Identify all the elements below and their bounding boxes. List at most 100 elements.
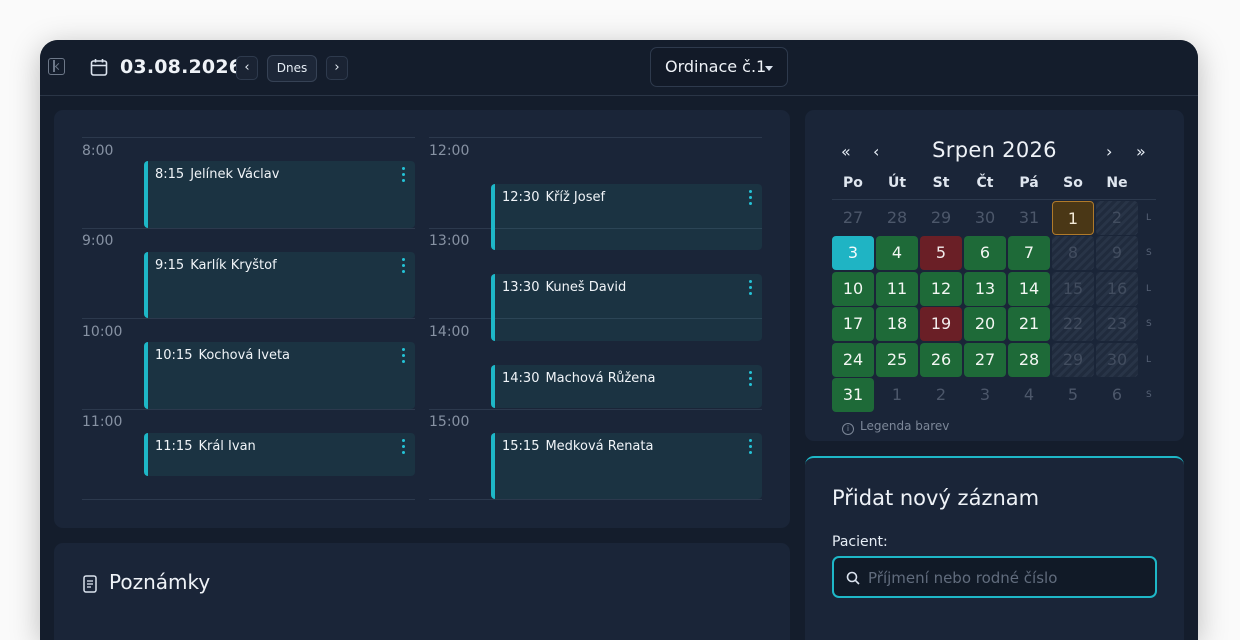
- next-day-button[interactable]: ›: [326, 56, 348, 80]
- calendar-day[interactable]: 1: [1052, 201, 1094, 235]
- calendar-day[interactable]: 22: [1052, 307, 1094, 341]
- calendar-day[interactable]: 31: [1008, 201, 1050, 235]
- calendar-day[interactable]: 6: [964, 236, 1006, 270]
- appointment-time: 11:15: [155, 439, 193, 454]
- calendar-day[interactable]: 18: [876, 307, 918, 341]
- more-options-icon[interactable]: [749, 280, 752, 296]
- calendar-day[interactable]: 3: [832, 236, 874, 270]
- week-parity-marker: S: [1146, 390, 1152, 400]
- patient-label: Pacient:: [832, 534, 888, 550]
- next-year-button[interactable]: »: [1136, 142, 1146, 161]
- calendar-day[interactable]: 15: [1052, 272, 1094, 306]
- calendar-day[interactable]: 28: [876, 201, 918, 235]
- appointment-label: 10:15 Kochová Iveta: [155, 348, 290, 363]
- appointment-card[interactable]: 11:15 Král Ivan: [144, 433, 415, 476]
- calendar-day[interactable]: 5: [1052, 378, 1094, 412]
- legend-label: Legenda barev: [860, 419, 950, 433]
- calendar-day[interactable]: 16: [1096, 272, 1138, 306]
- more-options-icon[interactable]: [402, 167, 405, 183]
- calendar-day[interactable]: 5: [920, 236, 962, 270]
- appointment-patient: Machová Růžena: [545, 371, 656, 386]
- calendar-day[interactable]: 8: [1052, 236, 1094, 270]
- calendar-day[interactable]: 11: [876, 272, 918, 306]
- calendar-day[interactable]: 29: [1052, 343, 1094, 377]
- today-button[interactable]: Dnes: [267, 55, 317, 82]
- chevron-down-icon: [765, 66, 773, 71]
- calendar-day[interactable]: 6: [1096, 378, 1138, 412]
- appointment-label: 8:15 Jelínek Václav: [155, 167, 279, 182]
- current-date[interactable]: 03.08.2026: [120, 56, 242, 78]
- notes-panel: Poznámky: [54, 543, 790, 640]
- calendar-day[interactable]: 10: [832, 272, 874, 306]
- calendar-day[interactable]: 1: [876, 378, 918, 412]
- color-legend-link[interactable]: i Legenda barev: [842, 419, 949, 435]
- calendar-day[interactable]: 7: [1008, 236, 1050, 270]
- prev-day-button[interactable]: ‹: [236, 56, 258, 80]
- calendar-day[interactable]: 30: [964, 201, 1006, 235]
- notes-title: Poznámky: [109, 570, 211, 594]
- office-select[interactable]: Ordinace č.1: [650, 47, 788, 87]
- calendar-day[interactable]: 20: [964, 307, 1006, 341]
- calendar-day[interactable]: 4: [1008, 378, 1050, 412]
- calendar-day[interactable]: 14: [1008, 272, 1050, 306]
- more-options-icon[interactable]: [402, 348, 405, 364]
- appointment-card[interactable]: 9:15 Karlík Kryštof: [144, 252, 415, 318]
- more-options-icon[interactable]: [749, 371, 752, 387]
- hour-label: 9:00: [82, 233, 114, 249]
- more-options-icon[interactable]: [402, 439, 405, 455]
- appointment-card[interactable]: 13:30 Kuneš David: [491, 274, 762, 341]
- appointment-patient: Kochová Iveta: [198, 348, 291, 363]
- patient-search-input[interactable]: Příjmení nebo rodné číslo: [832, 556, 1157, 598]
- appointment-time: 14:30: [502, 371, 540, 386]
- calendar-day[interactable]: 9: [1096, 236, 1138, 270]
- calendar-day[interactable]: 3: [964, 378, 1006, 412]
- hour-label: 11:00: [82, 414, 123, 430]
- appointment-card[interactable]: 15:15 Medková Renata: [491, 433, 762, 499]
- calendar-day[interactable]: 2: [1096, 201, 1138, 235]
- calendar-day[interactable]: 27: [964, 343, 1006, 377]
- calendar-day[interactable]: 4: [876, 236, 918, 270]
- calendar-day[interactable]: 25: [876, 343, 918, 377]
- appointment-card[interactable]: 12:30 Kříž Josef: [491, 184, 762, 250]
- calendar-day[interactable]: 12: [920, 272, 962, 306]
- more-options-icon[interactable]: [749, 439, 752, 455]
- week-parity-marker: S: [1146, 248, 1152, 258]
- calendar-day[interactable]: 28: [1008, 343, 1050, 377]
- hour-label: 8:00: [82, 143, 114, 159]
- calendar-day[interactable]: 21: [1008, 307, 1050, 341]
- search-icon: [846, 571, 860, 585]
- next-month-button[interactable]: ›: [1106, 142, 1112, 161]
- more-options-icon[interactable]: [749, 190, 752, 206]
- appointment-patient: Medková Renata: [545, 439, 654, 454]
- appointment-label: 12:30 Kříž Josef: [502, 190, 605, 205]
- appointment-label: 9:15 Karlík Kryštof: [155, 258, 277, 273]
- calendar-day[interactable]: 17: [832, 307, 874, 341]
- appointment-time: 12:30: [502, 190, 540, 205]
- weekday-label: So: [1063, 175, 1083, 191]
- calendar-day[interactable]: 24: [832, 343, 874, 377]
- appointment-patient: Kuneš David: [545, 280, 627, 295]
- appointment-time: 13:30: [502, 280, 540, 295]
- calendar-day[interactable]: 13: [964, 272, 1006, 306]
- calendar-day[interactable]: 27: [832, 201, 874, 235]
- appointment-label: 11:15 Král Ivan: [155, 439, 256, 454]
- hour-line: [495, 318, 762, 319]
- calendar-month-title: Srpen 2026: [932, 138, 1057, 162]
- calendar-day[interactable]: 19: [920, 307, 962, 341]
- calendar-day[interactable]: 2: [920, 378, 962, 412]
- calendar-day[interactable]: 23: [1096, 307, 1138, 341]
- sidebar-toggle-icon[interactable]: [48, 58, 65, 75]
- appointment-label: 15:15 Medková Renata: [502, 439, 653, 454]
- appointment-card[interactable]: 14:30 Machová Růžena: [491, 365, 762, 408]
- more-options-icon[interactable]: [402, 258, 405, 274]
- appointment-card[interactable]: 8:15 Jelínek Václav: [144, 161, 415, 228]
- notes-icon: [83, 575, 97, 593]
- appointment-patient: Jelínek Václav: [190, 167, 280, 182]
- weekday-label: Ne: [1106, 175, 1128, 191]
- appointment-label: 14:30 Machová Růžena: [502, 371, 656, 386]
- calendar-day[interactable]: 31: [832, 378, 874, 412]
- calendar-day[interactable]: 30: [1096, 343, 1138, 377]
- calendar-day[interactable]: 26: [920, 343, 962, 377]
- appointment-card[interactable]: 10:15 Kochová Iveta: [144, 342, 415, 409]
- calendar-day[interactable]: 29: [920, 201, 962, 235]
